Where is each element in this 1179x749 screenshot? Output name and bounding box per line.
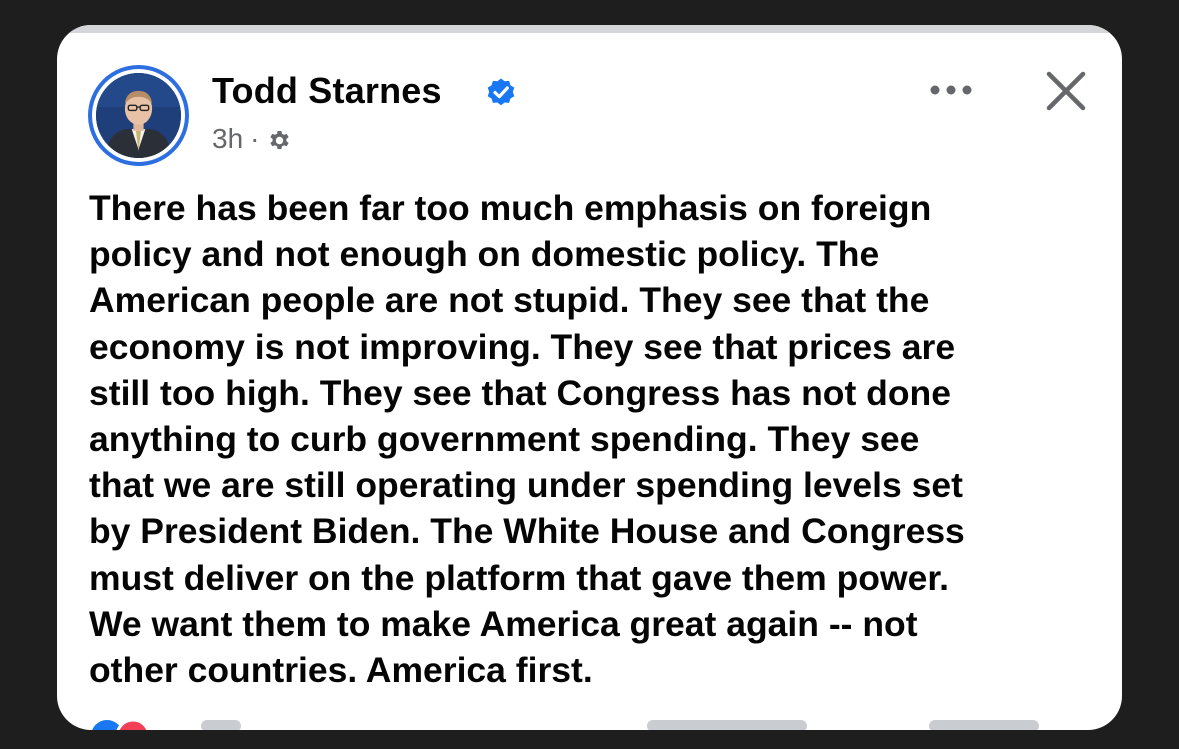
reaction-icons[interactable]	[89, 716, 149, 730]
avatar[interactable]	[88, 65, 189, 166]
more-options-button[interactable]	[923, 75, 979, 105]
post-body-text: There has been far too much emphasis on …	[89, 188, 965, 691]
avatar-photo	[96, 73, 181, 158]
share-count-cutoff	[929, 720, 1039, 730]
verified-badge-icon	[487, 78, 515, 106]
close-icon	[1046, 71, 1086, 111]
post-timestamp[interactable]: 3h	[212, 123, 243, 155]
post-card: Todd Starnes 3h · There has been far too…	[57, 25, 1122, 730]
author-name[interactable]: Todd Starnes	[212, 70, 442, 112]
love-icon	[116, 718, 149, 730]
post-meta: 3h ·	[212, 121, 293, 157]
post-footer	[89, 716, 1102, 730]
meta-separator: ·	[250, 123, 260, 154]
close-button[interactable]	[1042, 67, 1090, 115]
reaction-count-cutoff	[201, 720, 241, 730]
gear-icon[interactable]	[266, 127, 293, 154]
comment-count-cutoff	[647, 720, 807, 730]
more-horizontal-icon	[930, 85, 972, 95]
card-top-strip	[57, 25, 1122, 33]
